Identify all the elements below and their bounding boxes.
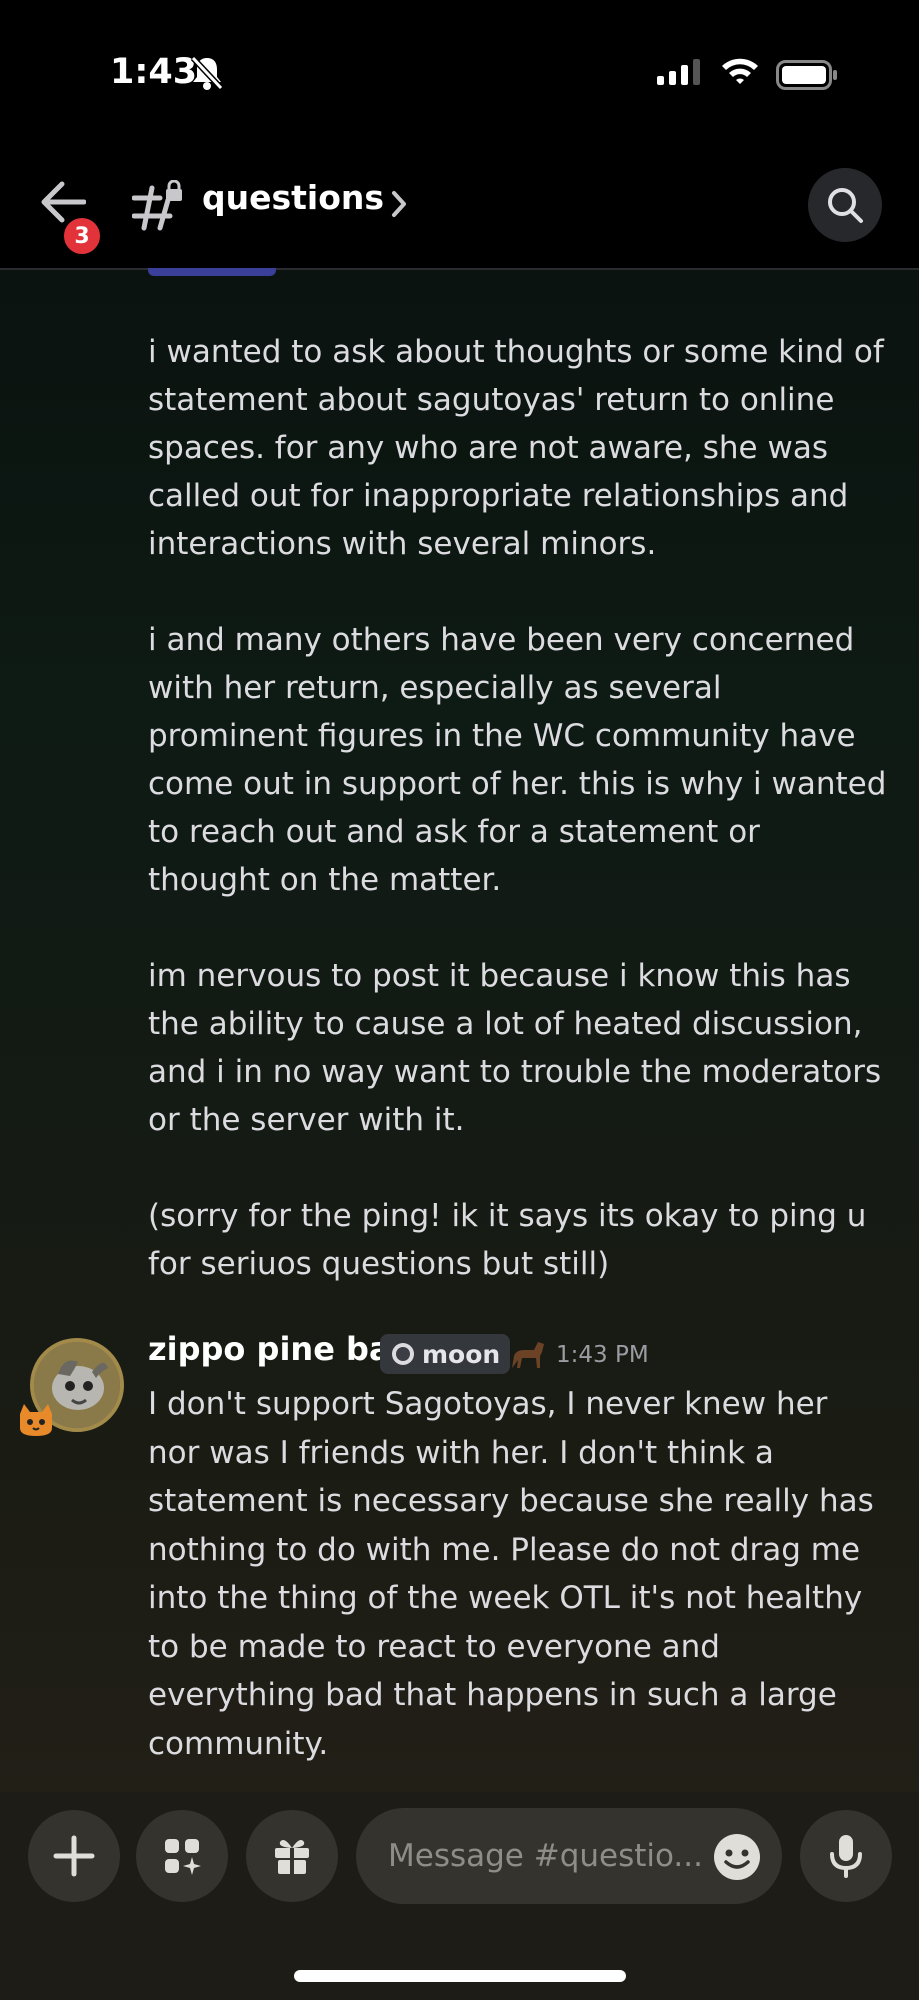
reply-username[interactable]: zippo pine bar [148, 1330, 406, 1368]
moon-icon [392, 1343, 414, 1365]
status-time: 1:43 [110, 52, 198, 92]
microphone-icon [830, 1835, 862, 1878]
embed-edge [148, 268, 276, 276]
search-icon [828, 188, 863, 223]
message-input[interactable]: Message #questio... [356, 1808, 782, 1904]
message-placeholder: Message #questio... [388, 1838, 703, 1874]
composer-bar: Message #questio... [0, 1792, 919, 2000]
chevron-right-icon[interactable] [390, 190, 408, 218]
message-paragraph: i and many others have been very concern… [148, 622, 887, 898]
bell-slash-icon [190, 55, 224, 91]
server-tag-label: moon [422, 1339, 501, 1369]
emoji-icon[interactable] [712, 1832, 762, 1882]
message-paragraph: im nervous to post it because i know thi… [148, 958, 882, 1138]
gift-icon [275, 1840, 309, 1874]
plus-icon [53, 1835, 95, 1877]
message-paragraph: (sorry for the ping! ik it says its okay… [148, 1198, 867, 1282]
add-button[interactable] [28, 1810, 120, 1902]
unread-badge: 3 [60, 214, 104, 258]
reply-text: I don't support Sagotoyas, I never knew … [148, 1386, 874, 1762]
locked-channel-icon [132, 180, 182, 231]
wifi-icon [722, 58, 758, 84]
channel-header: 3 questions [0, 150, 919, 270]
search-button[interactable] [808, 168, 882, 242]
signal-icon [657, 59, 700, 85]
battery-icon [776, 60, 837, 90]
server-tag[interactable]: moon [380, 1334, 511, 1374]
home-indicator[interactable] [294, 1970, 626, 1982]
channel-title[interactable]: questions [202, 178, 384, 217]
voice-button[interactable] [800, 1810, 892, 1902]
cat-decoration-icon [20, 1404, 52, 1436]
gift-button[interactable] [246, 1810, 338, 1902]
apps-icon [165, 1839, 201, 1875]
status-bar: 1:43 [0, 0, 919, 150]
message-timestamp: 1:43 PM [556, 1342, 649, 1368]
apps-button[interactable] [136, 1810, 228, 1902]
horse-icon [512, 1342, 544, 1368]
message-paragraph: i wanted to ask about thoughts or some k… [148, 334, 884, 562]
